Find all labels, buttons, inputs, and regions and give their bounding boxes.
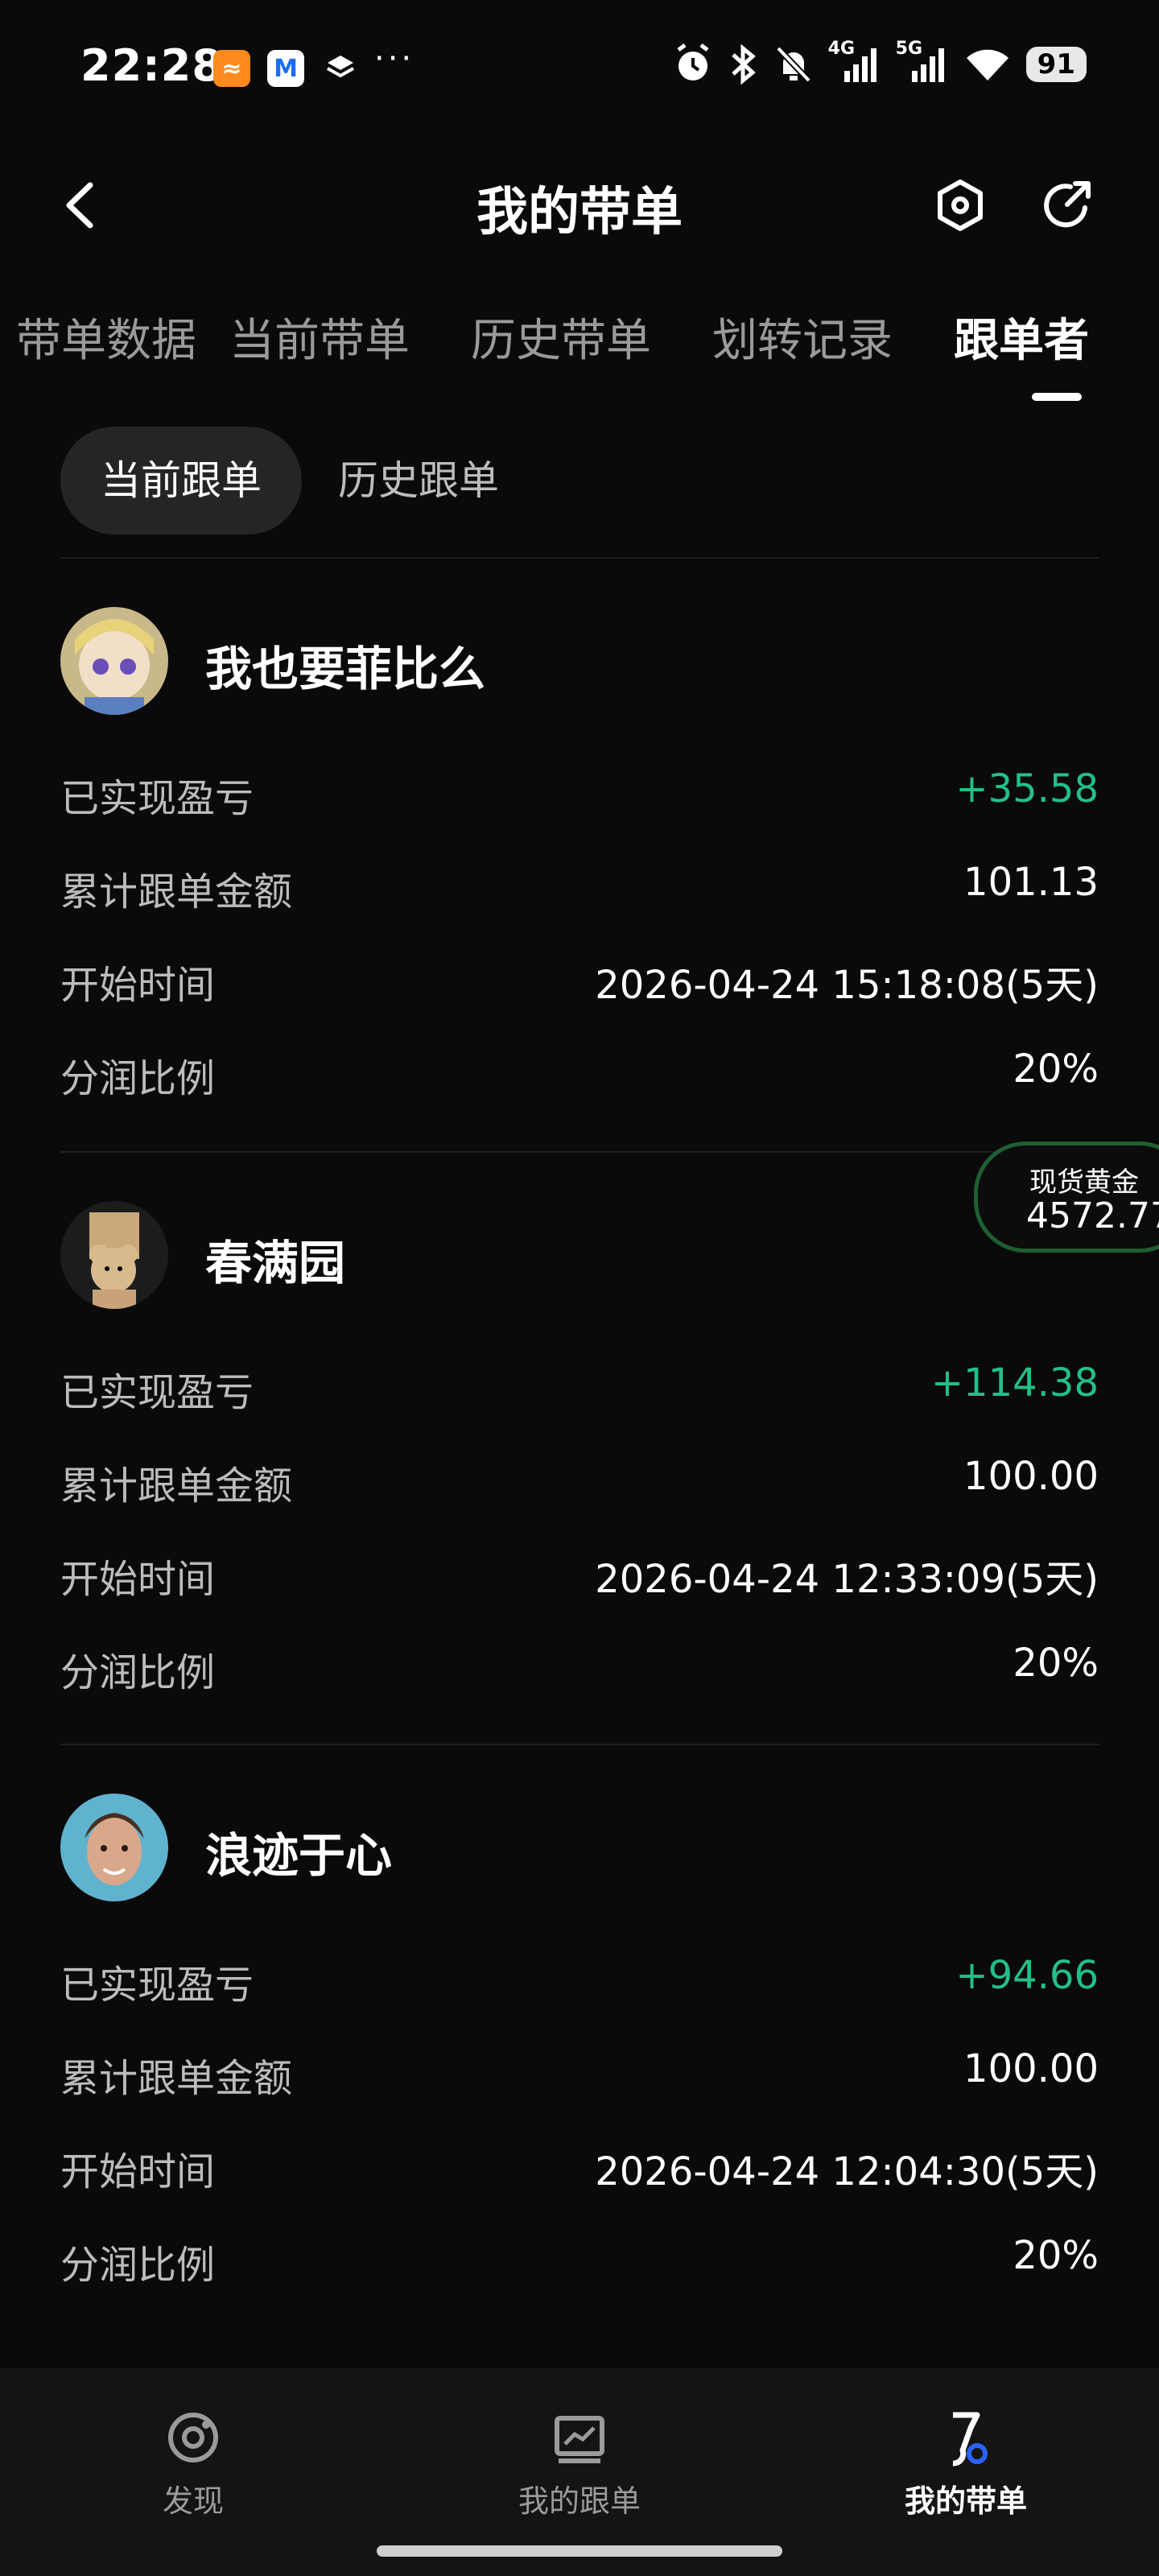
subtab-current-copy[interactable]: 当前跟单 (60, 427, 302, 535)
wifi-icon (966, 49, 1008, 80)
divider (60, 557, 1099, 559)
share-icon[interactable] (1040, 177, 1096, 233)
gold-price: 4572.77 (1026, 1195, 1159, 1236)
subtab-history-copy[interactable]: 历史跟单 (338, 427, 499, 535)
nav-my-copy-label: 我的跟单 (518, 2483, 641, 2519)
app-notification-icon-orange: ≈ (213, 50, 250, 87)
trader-name: 浪迹于心 (205, 1828, 393, 1883)
battery-indicator: 91 (1025, 47, 1087, 82)
start-time-label: 开始时间 (60, 963, 216, 1008)
signal-5g-icon: 5G (896, 39, 949, 85)
tab-lead-data[interactable]: 带单数据 (16, 304, 196, 369)
start-time-value: 2026-04-24 12:04:30(5天) (595, 2149, 1099, 2194)
share-label: 分润比例 (60, 2243, 216, 2288)
more-notifications-icon: ··· (374, 40, 415, 77)
follower-card[interactable]: 浪迹于心 已实现盈亏 +94.66 累计跟单金额 100.00 开始时间 202… (60, 1794, 1099, 2309)
home-indicator[interactable] (377, 2545, 782, 2557)
status-bar: 22:28 ≈ M ··· 4G 5G 91 (0, 0, 1159, 137)
amount-label: 累计跟单金额 (60, 1463, 293, 1509)
tab-history-lead[interactable]: 历史带单 (471, 304, 651, 369)
pnl-value: +114.38 (930, 1360, 1099, 1406)
follower-card[interactable]: 春满园 已实现盈亏 +114.38 累计跟单金额 100.00 开始时间 202… (60, 1201, 1099, 1716)
start-time-value: 2026-04-24 15:18:08(5天) (595, 963, 1099, 1008)
pnl-row: 已实现盈亏 +35.58 (60, 766, 1099, 831)
share-label: 分润比例 (60, 1056, 216, 1101)
hexagon-settings-icon[interactable] (932, 177, 988, 233)
amount-label: 累计跟单金额 (60, 2056, 293, 2101)
layers-icon (322, 50, 359, 87)
signal-4g-icon: 4G (828, 39, 881, 85)
divider (60, 1151, 1099, 1153)
trader-name: 春满园 (205, 1236, 346, 1290)
top-app-bar: 我的带单 (0, 153, 1159, 258)
start-time-row: 开始时间 2026-04-24 12:33:09(5天) (60, 1547, 1099, 1612)
silent-icon (775, 46, 811, 83)
share-value: 20% (1013, 2233, 1099, 2278)
alarm-icon (677, 43, 709, 80)
pnl-row: 已实现盈亏 +114.38 (60, 1360, 1099, 1425)
avatar (60, 1794, 168, 1901)
share-row: 分润比例 20% (60, 1046, 1099, 1111)
app-notification-icon-m: M (267, 50, 304, 87)
follower-card[interactable]: 我也要菲比么 已实现盈亏 +35.58 累计跟单金额 101.13 开始时间 2… (60, 607, 1099, 1122)
amount-label: 累计跟单金额 (60, 869, 293, 914)
nav-my-lead[interactable]: 我的带单 (845, 2407, 1087, 2520)
bluetooth-icon (731, 43, 756, 85)
nav-discover[interactable]: 发现 (72, 2407, 314, 2520)
start-time-row: 开始时间 2026-04-24 12:04:30(5天) (60, 2140, 1099, 2204)
share-row: 分润比例 20% (60, 1641, 1099, 1705)
pnl-value: +35.58 (955, 766, 1099, 811)
amount-value: 101.13 (963, 860, 1099, 905)
amount-row: 累计跟单金额 100.00 (60, 2046, 1099, 2111)
start-time-value: 2026-04-24 12:33:09(5天) (595, 1557, 1099, 1602)
network-5g-label: 5G (895, 39, 923, 59)
discover-icon (168, 2413, 218, 2462)
avatar (60, 1201, 168, 1309)
trader-name: 我也要菲比么 (205, 642, 486, 696)
amount-row: 累计跟单金额 100.00 (60, 1454, 1099, 1518)
amount-value: 100.00 (963, 2046, 1099, 2091)
amount-value: 100.00 (963, 1454, 1099, 1499)
main-tabs: 带单数据 当前带单 历史带单 划转记录 跟单者 (0, 290, 1159, 386)
divider (60, 1744, 1099, 1745)
tab-current-lead[interactable]: 当前带单 (229, 304, 410, 369)
start-time-label: 开始时间 (60, 1557, 216, 1602)
nav-discover-label: 发现 (162, 2483, 224, 2519)
start-time-label: 开始时间 (60, 2149, 216, 2194)
pnl-label: 已实现盈亏 (60, 1963, 254, 2008)
avatar (60, 607, 168, 715)
share-row: 分润比例 20% (60, 2233, 1099, 2297)
pnl-label: 已实现盈亏 (60, 776, 254, 821)
status-time: 22:28 (80, 40, 223, 91)
gold-price-widget[interactable]: 现货黄金 4572.77 (974, 1141, 1159, 1253)
tab-transfer-records[interactable]: 划转记录 (712, 304, 893, 369)
share-value: 20% (1013, 1641, 1099, 1686)
share-value: 20% (1013, 1046, 1099, 1092)
nav-my-lead-label: 我的带单 (904, 2483, 1027, 2519)
chart-icon (555, 2416, 604, 2463)
tab-followers[interactable]: 跟单者 (954, 304, 1089, 369)
status-icons: 4G 5G 91 (674, 39, 1087, 85)
active-tab-indicator (1032, 393, 1082, 401)
network-4g-label: 4G (827, 39, 856, 59)
pnl-label: 已实现盈亏 (60, 1370, 254, 1415)
amount-row: 累计跟单金额 101.13 (60, 860, 1099, 924)
gold-label: 现货黄金 (1029, 1166, 1139, 1199)
flag-icon (952, 2412, 988, 2467)
start-time-row: 开始时间 2026-04-24 15:18:08(5天) (60, 953, 1099, 1018)
nav-my-copy[interactable]: 我的跟单 (459, 2407, 700, 2520)
pnl-row: 已实现盈亏 +94.66 (60, 1953, 1099, 2017)
share-label: 分润比例 (60, 1650, 216, 1695)
pnl-value: +94.66 (955, 1953, 1099, 1998)
